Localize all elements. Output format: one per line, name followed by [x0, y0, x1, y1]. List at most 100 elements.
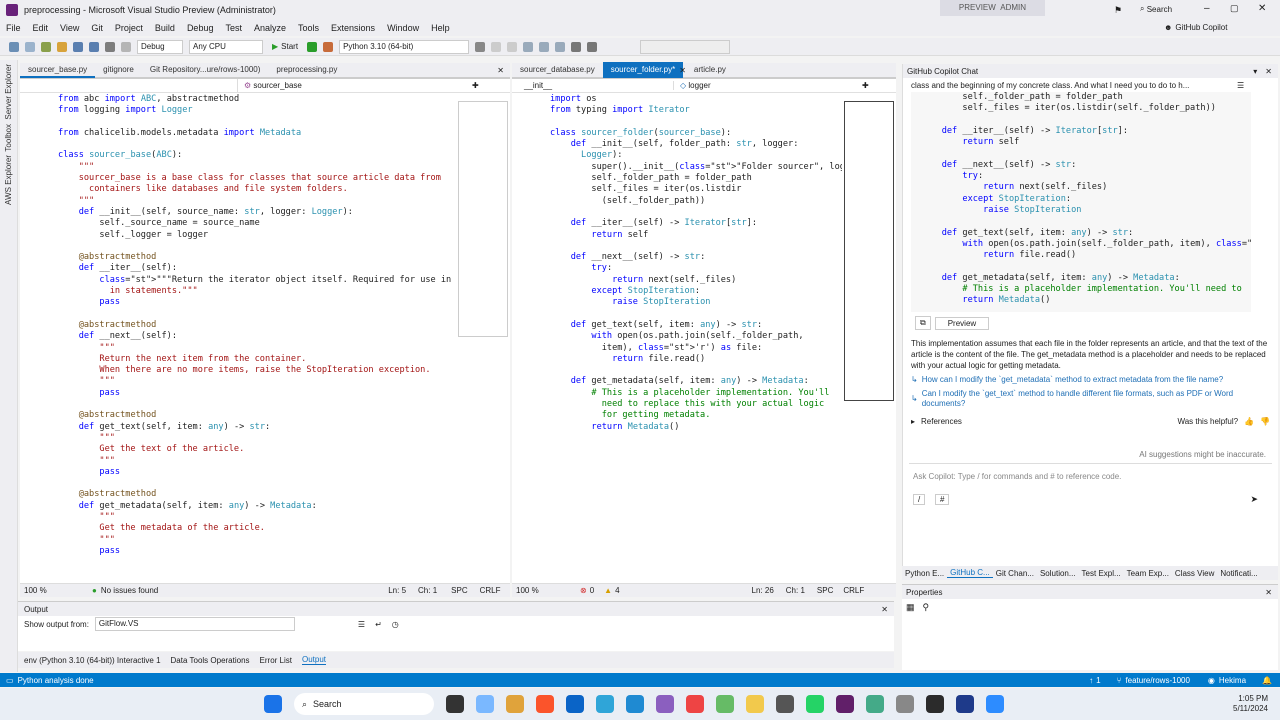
task-view-icon[interactable]: [446, 695, 464, 713]
code-line[interactable]: """: [58, 512, 457, 523]
code-line[interactable]: try:: [921, 171, 1251, 182]
code-line[interactable]: class sourcer_folder(sourcer_base):: [550, 128, 842, 139]
code-line[interactable]: [921, 261, 1251, 272]
visual-studio-icon[interactable]: [656, 695, 674, 713]
layout-icon[interactable]: [475, 41, 486, 52]
menu-analyze[interactable]: Analyze: [254, 23, 286, 33]
repo-name[interactable]: Hekima: [1219, 676, 1246, 685]
code-line[interactable]: Get the text of the article.: [58, 444, 457, 455]
file-explorer-icon[interactable]: [746, 695, 764, 713]
code-line[interactable]: class="st">"""Return the iterator object…: [58, 275, 457, 286]
close-tab-icon[interactable]: ✕: [497, 66, 504, 75]
code-line[interactable]: def get_metadata(self, item: any) -> Met…: [550, 376, 842, 387]
code-line[interactable]: [550, 433, 842, 444]
suggestion-1[interactable]: ↳ How can I modify the `get_metadata` met…: [911, 375, 1270, 385]
network-app-icon[interactable]: [866, 695, 884, 713]
code-line[interactable]: [58, 309, 457, 320]
menu-build[interactable]: Build: [155, 23, 175, 33]
code-line[interactable]: with open(os.path.join(self._folder_path…: [921, 239, 1251, 250]
watch-icon[interactable]: ◷: [392, 620, 399, 629]
nav-function-select[interactable]: __init__: [512, 81, 674, 90]
code-line[interactable]: def __next__(self) -> str:: [921, 160, 1251, 171]
code-line[interactable]: Return the next item from the container.: [58, 354, 457, 365]
menu-tools[interactable]: Tools: [298, 23, 319, 33]
start-without-debug-icon[interactable]: [307, 41, 318, 52]
indent-mode[interactable]: SPC: [451, 586, 467, 595]
split-icon[interactable]: ✚: [472, 81, 479, 90]
close-button[interactable]: ✕: [1258, 3, 1266, 14]
error-count[interactable]: 0: [590, 586, 594, 595]
code-line[interactable]: def get_text(self, item: any) -> str:: [550, 320, 842, 331]
tab-sourcer-folder[interactable]: sourcer_folder.py*: [602, 62, 684, 78]
wrap-icon[interactable]: ↵: [375, 620, 382, 629]
code-line[interactable]: self._files = iter(os.listdir: [550, 184, 842, 195]
thumbs-down-icon[interactable]: 👎: [1260, 417, 1270, 426]
tab-git-repository[interactable]: Git Repository...ure/rows-1000): [142, 62, 269, 78]
start-button[interactable]: ▶ Start: [272, 42, 298, 51]
onenote-icon[interactable]: [716, 695, 734, 713]
find-combo[interactable]: [640, 39, 731, 54]
menu-edit[interactable]: Edit: [33, 23, 49, 33]
code-line[interactable]: import os: [550, 94, 842, 105]
output-source-select[interactable]: GitFlow.VS: [94, 617, 295, 631]
outlook-icon[interactable]: [566, 695, 584, 713]
code-line[interactable]: from abc import ABC, abstractmethod: [58, 94, 457, 105]
code-line[interactable]: return Metadata(): [921, 295, 1251, 306]
code-line[interactable]: return self: [921, 137, 1251, 148]
save-icon[interactable]: [73, 41, 83, 52]
properties-close-icon[interactable]: ✕: [1265, 588, 1272, 597]
tab-interactive[interactable]: env (Python 3.10 (64-bit)) Interactive 1: [24, 656, 161, 665]
code-line[interactable]: def __init__(self, folder_path: str, log…: [550, 139, 842, 150]
step-over-icon[interactable]: [539, 41, 550, 52]
code-line[interactable]: super().__init__(class="st">"Folder sour…: [550, 162, 842, 173]
pause-icon[interactable]: [491, 41, 502, 52]
copy-icon[interactable]: ⧉: [915, 316, 931, 330]
code-line[interactable]: def __init__(self, source_name: str, log…: [58, 207, 457, 218]
code-line[interactable]: return self: [550, 230, 842, 241]
chat-input-placeholder[interactable]: Ask Copilot: Type / for commands and # t…: [913, 472, 1121, 481]
settings-icon[interactable]: [896, 695, 914, 713]
brave-icon[interactable]: [536, 695, 554, 713]
menu-git[interactable]: Git: [91, 23, 103, 33]
right-code-area[interactable]: import os from typing import Iterator cla…: [522, 94, 842, 578]
code-line[interactable]: """: [58, 535, 457, 546]
code-line[interactable]: """: [58, 343, 457, 354]
menu-extensions[interactable]: Extensions: [331, 23, 375, 33]
step-into-icon[interactable]: [523, 41, 534, 52]
copilot-app-icon[interactable]: [476, 695, 494, 713]
slack-icon[interactable]: [836, 695, 854, 713]
left-minimap[interactable]: [458, 101, 508, 337]
menu-help[interactable]: Help: [431, 23, 450, 33]
menu-test[interactable]: Test: [225, 23, 242, 33]
code-line[interactable]: # This is a placeholder implementation. …: [550, 388, 842, 399]
split-icon[interactable]: ✚: [862, 81, 869, 90]
code-line[interactable]: [550, 241, 842, 252]
code-line[interactable]: def get_metadata(self, item: any) -> Met…: [58, 501, 457, 512]
code-line[interactable]: [550, 207, 842, 218]
code-line[interactable]: When there are no more items, raise the …: [58, 365, 457, 376]
code-line[interactable]: [550, 309, 842, 320]
aws-explorer-tab[interactable]: AWS Explorer: [4, 155, 13, 205]
tab-class-view[interactable]: Class View: [1172, 569, 1217, 578]
code-line[interactable]: self._files = iter(os.listdir(self._fold…: [921, 103, 1251, 114]
paint-icon[interactable]: [506, 695, 524, 713]
code-line[interactable]: self._source_name = source_name: [58, 218, 457, 229]
menu-project[interactable]: Project: [115, 23, 143, 33]
tab-article[interactable]: article.py: [686, 62, 734, 78]
code-line[interactable]: [921, 148, 1251, 159]
code-line[interactable]: from typing import Iterator: [550, 105, 842, 116]
code-line[interactable]: pass: [58, 546, 457, 557]
code-line[interactable]: from chalicelib.models.metadata import M…: [58, 128, 457, 139]
code-line[interactable]: return next(self._files): [921, 182, 1251, 193]
nav-scope-select[interactable]: [20, 79, 238, 92]
comment-icon[interactable]: [587, 41, 598, 52]
code-line[interactable]: [58, 139, 457, 150]
code-line[interactable]: (self._folder_path)): [550, 196, 842, 207]
code-line[interactable]: self._logger = logger: [58, 230, 457, 241]
menu-debug[interactable]: Debug: [187, 23, 214, 33]
store-icon[interactable]: [776, 695, 794, 713]
code-line[interactable]: [58, 478, 457, 489]
tab-sourcer-database[interactable]: sourcer_database.py: [512, 62, 603, 78]
code-line[interactable]: """: [58, 162, 457, 173]
code-line[interactable]: except StopIteration:: [550, 286, 842, 297]
